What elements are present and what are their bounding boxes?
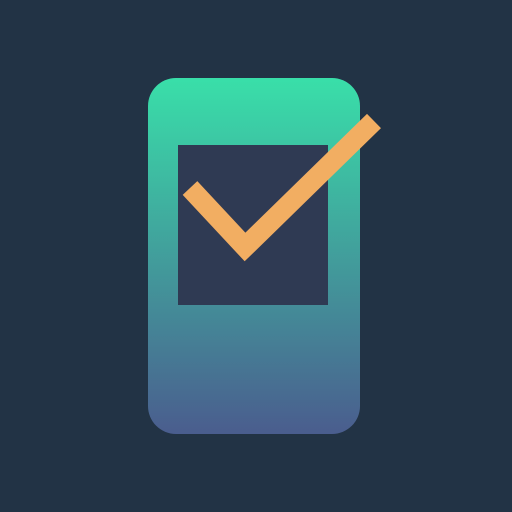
phone-checkmark-icon <box>148 78 381 434</box>
phone-screen <box>178 145 328 305</box>
app-icon-canvas <box>0 0 512 512</box>
